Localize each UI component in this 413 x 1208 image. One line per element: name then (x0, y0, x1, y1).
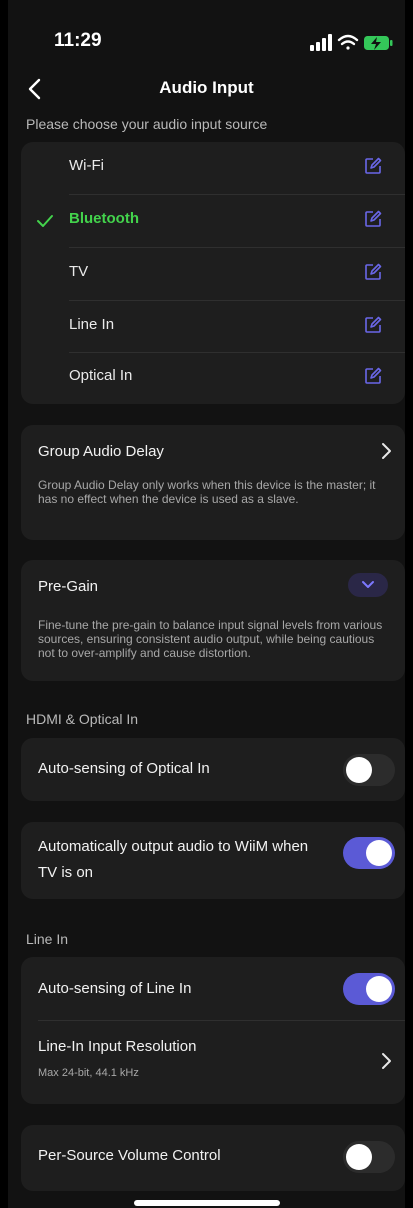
source-label: Bluetooth (69, 210, 139, 227)
audio-input-screen: 11:29 Audio Input Please choose your aud… (8, 0, 405, 1208)
source-label: TV (69, 263, 89, 280)
line-in-resolution-subtitle: Max 24-bit, 44.1 kHz (38, 1067, 139, 1079)
wifi-icon (337, 34, 359, 50)
pre-gain-expand-button[interactable] (348, 573, 388, 597)
auto-sensing-line-in-toggle[interactable] (343, 973, 395, 1005)
edit-icon[interactable] (363, 156, 383, 176)
toggle-knob (346, 1144, 372, 1170)
source-item-wifi[interactable]: Wi-Fi (21, 142, 405, 194)
chevron-right-icon (382, 443, 391, 459)
edit-icon[interactable] (363, 315, 383, 335)
auto-output-tv-toggle[interactable] (343, 837, 395, 869)
source-label: Line In (69, 316, 115, 333)
source-item-line-in[interactable]: Line In (21, 301, 405, 353)
line-in-card: Auto-sensing of Line In Line-In Input Re… (21, 957, 405, 1104)
source-item-optical-in[interactable]: Optical In (21, 352, 405, 404)
group-audio-delay-card[interactable]: Group Audio Delay Group Audio Delay only… (21, 425, 405, 540)
chevron-right-icon (382, 1053, 391, 1069)
auto-sensing-optical-label: Auto-sensing of Optical In (38, 760, 210, 777)
status-icons (310, 34, 393, 51)
home-indicator[interactable] (134, 1200, 280, 1206)
checkmark-icon (37, 215, 53, 227)
group-audio-delay-description: Group Audio Delay only works when this d… (38, 478, 376, 506)
per-source-volume-toggle[interactable] (343, 1141, 395, 1173)
toggle-knob (366, 840, 392, 866)
auto-sensing-optical-card: Auto-sensing of Optical In (21, 738, 405, 801)
pre-gain-title: Pre-Gain (38, 578, 99, 595)
source-list-card: Wi-Fi Bluetooth TV Line In Optical In (21, 142, 405, 404)
edit-icon[interactable] (363, 262, 383, 282)
signal-icon (310, 34, 332, 51)
edit-icon[interactable] (363, 366, 383, 386)
auto-output-tv-card: Automatically output audio to WiiM when … (21, 822, 405, 899)
line-in-resolution-row[interactable]: Line-In Input Resolution Max 24-bit, 44.… (21, 1021, 405, 1104)
auto-output-tv-label: Automatically output audio to WiiM when … (38, 838, 309, 881)
status-time: 11:29 (54, 30, 102, 51)
auto-sensing-optical-toggle[interactable] (343, 754, 395, 786)
per-source-volume-card: Per-Source Volume Control (21, 1125, 405, 1191)
auto-sensing-line-in-label: Auto-sensing of Line In (38, 980, 192, 997)
nav-header: Audio Input (8, 70, 405, 114)
chevron-down-icon (362, 581, 374, 588)
phone-frame: 11:29 Audio Input Please choose your aud… (0, 0, 413, 1208)
line-in-section-label: Line In (26, 931, 69, 947)
battery-charging-icon (364, 36, 393, 50)
source-item-bluetooth[interactable]: Bluetooth (21, 195, 405, 247)
pre-gain-card: Pre-Gain Fine-tune the pre-gain to balan… (21, 560, 405, 681)
hdmi-optical-section-label: HDMI & Optical In (26, 711, 139, 727)
line-in-resolution-title: Line-In Input Resolution (38, 1038, 197, 1055)
source-item-tv[interactable]: TV (21, 248, 405, 300)
source-label: Optical In (69, 367, 133, 384)
pre-gain-description: Fine-tune the pre-gain to balance input … (38, 618, 383, 660)
group-audio-delay-title: Group Audio Delay (38, 443, 164, 460)
source-label: Wi-Fi (69, 157, 104, 174)
source-section-label: Please choose your audio input source (26, 116, 268, 132)
per-source-volume-label: Per-Source Volume Control (38, 1147, 221, 1164)
status-bar: 11:29 (8, 0, 405, 70)
page-title: Audio Input (159, 78, 254, 97)
toggle-knob (346, 757, 372, 783)
toggle-knob (366, 976, 392, 1002)
edit-icon[interactable] (363, 209, 383, 229)
